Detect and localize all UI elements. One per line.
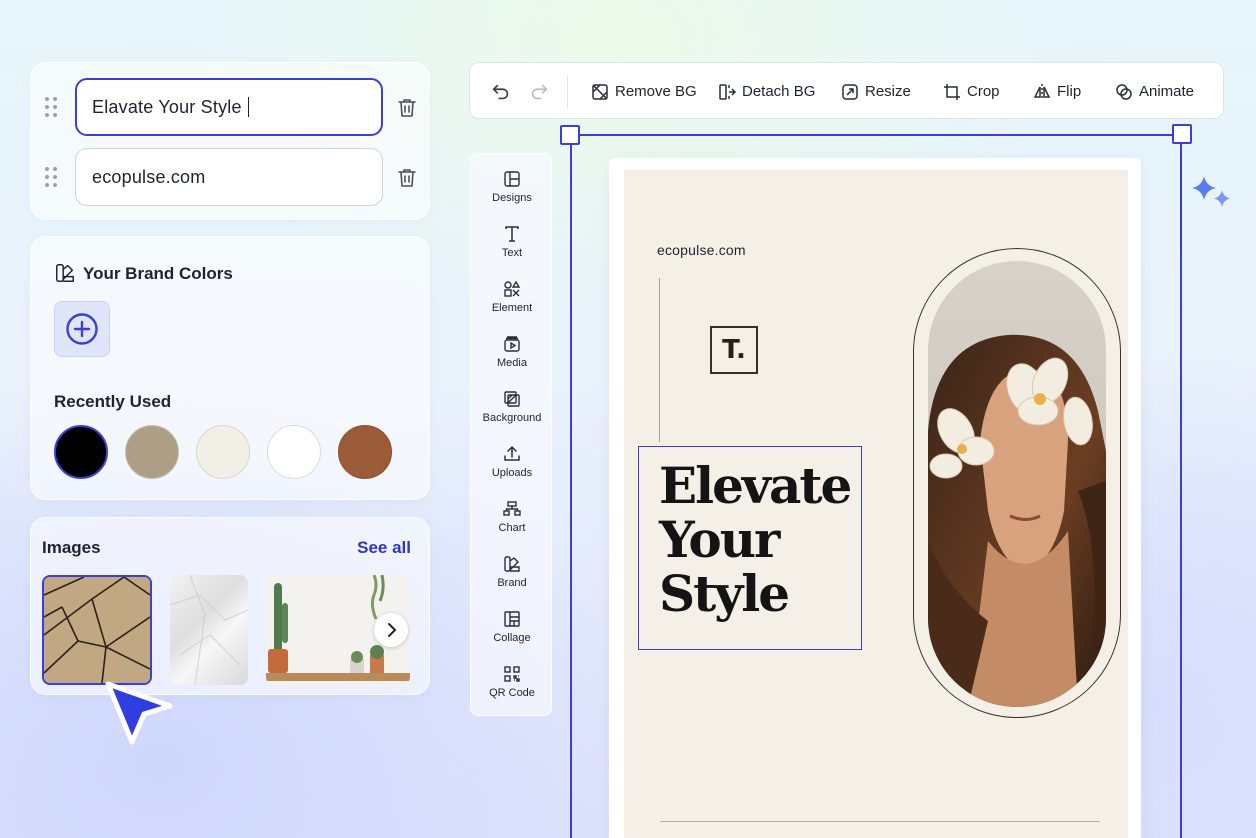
chevron-right-icon bbox=[388, 623, 397, 637]
sidebar-item-qr-code[interactable]: QR Code bbox=[471, 659, 553, 714]
text-caret bbox=[247, 97, 250, 117]
drag-handle-icon[interactable] bbox=[45, 97, 59, 117]
tools-sidebar: Designs Text Element Media Background Up… bbox=[470, 153, 552, 716]
resize-label: Resize bbox=[865, 83, 911, 100]
sidebar-label-chart: Chart bbox=[498, 522, 526, 534]
sidebar-item-chart[interactable]: Chart bbox=[471, 494, 553, 549]
recently-used-label: Recently Used bbox=[54, 392, 172, 411]
brand-colors-panel: Your Brand Colors Recently Used bbox=[30, 236, 430, 500]
brand-icon bbox=[504, 556, 520, 572]
remove-bg-label: Remove BG bbox=[615, 83, 697, 100]
text-field-row: ecopulse.com bbox=[45, 148, 425, 206]
text-icon bbox=[505, 226, 519, 242]
edit-toolbar: Remove BG Detach BG Resize Crop Flip Ani… bbox=[469, 62, 1224, 119]
sidebar-item-collage[interactable]: Collage bbox=[471, 604, 553, 659]
sidebar-label-brand: Brand bbox=[497, 577, 527, 589]
sidebar-item-media[interactable]: Media bbox=[471, 329, 553, 384]
trash-icon[interactable] bbox=[395, 96, 419, 120]
sidebar-label-text: Text bbox=[501, 247, 523, 259]
crop-icon bbox=[944, 83, 960, 100]
sidebar-label-element: Element bbox=[491, 302, 533, 314]
color-swatch-cream[interactable] bbox=[196, 425, 250, 479]
detach-bg-button[interactable]: Detach BG bbox=[718, 63, 815, 120]
image-thumb-paper[interactable] bbox=[170, 575, 248, 685]
selection-frame bbox=[570, 134, 1182, 838]
detach-bg-label: Detach BG bbox=[742, 83, 816, 100]
animate-label: Animate bbox=[1139, 83, 1195, 100]
sidebar-label-uploads: Uploads bbox=[491, 467, 533, 479]
crop-label: Crop bbox=[967, 83, 1000, 100]
chart-icon bbox=[503, 501, 521, 516]
flip-label: Flip bbox=[1057, 83, 1082, 100]
sidebar-item-brand[interactable]: Brand bbox=[471, 549, 553, 604]
collage-icon bbox=[504, 611, 520, 627]
sidebar-label-background: Background bbox=[482, 412, 542, 424]
brand-palette-icon bbox=[56, 264, 74, 282]
sparkle-icon bbox=[1192, 176, 1230, 207]
sidebar-item-designs[interactable]: Designs bbox=[471, 164, 553, 219]
color-swatch-taupe[interactable] bbox=[125, 425, 179, 479]
trash-icon[interactable] bbox=[395, 166, 419, 190]
sidebar-label-collage: Collage bbox=[493, 632, 531, 644]
background-icon bbox=[504, 391, 520, 407]
remove-bg-icon bbox=[592, 83, 608, 100]
next-images-button[interactable] bbox=[374, 613, 408, 647]
text-fields-panel: Elavate Your Style ecopulse.com bbox=[30, 62, 430, 220]
resize-icon bbox=[842, 83, 858, 100]
shapes-icon bbox=[504, 280, 521, 297]
flip-icon bbox=[1033, 83, 1051, 100]
stone-texture-image bbox=[44, 577, 150, 683]
qr-code-icon bbox=[504, 666, 520, 682]
sidebar-label-designs: Designs bbox=[492, 192, 532, 204]
sidebar-item-element[interactable]: Element bbox=[471, 274, 553, 329]
undo-icon[interactable] bbox=[490, 81, 512, 103]
color-swatch-white[interactable] bbox=[267, 425, 321, 479]
crop-button[interactable]: Crop bbox=[943, 63, 1000, 120]
see-all-link[interactable]: See all bbox=[357, 538, 411, 558]
text-field-row: Elavate Your Style bbox=[45, 78, 425, 136]
sidebar-item-background[interactable]: Background bbox=[471, 384, 553, 439]
toolbar-divider bbox=[567, 75, 568, 108]
domain-text-input[interactable]: ecopulse.com bbox=[75, 148, 383, 206]
upload-icon bbox=[504, 445, 520, 461]
color-swatch-black[interactable] bbox=[54, 425, 108, 479]
selection-handle-top-right[interactable] bbox=[1172, 124, 1192, 144]
cursor-pointer-icon bbox=[105, 681, 173, 745]
domain-text-value: ecopulse.com bbox=[92, 166, 206, 187]
layout-icon bbox=[504, 171, 520, 187]
sidebar-item-text[interactable]: Text bbox=[471, 219, 553, 274]
color-swatch-brown[interactable] bbox=[338, 425, 392, 479]
sidebar-item-uploads[interactable]: Uploads bbox=[471, 439, 553, 494]
media-icon bbox=[504, 336, 520, 352]
brand-colors-title: Your Brand Colors bbox=[83, 264, 233, 283]
add-color-button[interactable] bbox=[54, 301, 110, 357]
paper-texture-image bbox=[170, 575, 248, 685]
remove-bg-button[interactable]: Remove BG bbox=[591, 63, 697, 120]
flip-button[interactable]: Flip bbox=[1033, 63, 1081, 120]
animate-button[interactable]: Animate bbox=[1115, 63, 1194, 120]
image-thumb-cactus[interactable] bbox=[266, 575, 410, 685]
selection-handle-top-left[interactable] bbox=[560, 125, 580, 145]
images-panel: Images See all bbox=[30, 517, 430, 695]
drag-handle-icon[interactable] bbox=[45, 167, 59, 187]
plus-circle-icon bbox=[66, 313, 98, 345]
animate-icon bbox=[1116, 83, 1132, 100]
images-title: Images bbox=[42, 538, 101, 557]
sidebar-label-media: Media bbox=[497, 357, 527, 369]
headline-text-input[interactable]: Elavate Your Style bbox=[75, 78, 383, 136]
resize-button[interactable]: Resize bbox=[841, 63, 911, 120]
redo-icon[interactable] bbox=[528, 81, 550, 103]
detach-bg-icon bbox=[719, 83, 736, 100]
image-thumb-stone[interactable] bbox=[42, 575, 152, 685]
sidebar-label-qr-code: QR Code bbox=[489, 687, 535, 699]
headline-text-value: Elavate Your Style bbox=[92, 96, 242, 117]
